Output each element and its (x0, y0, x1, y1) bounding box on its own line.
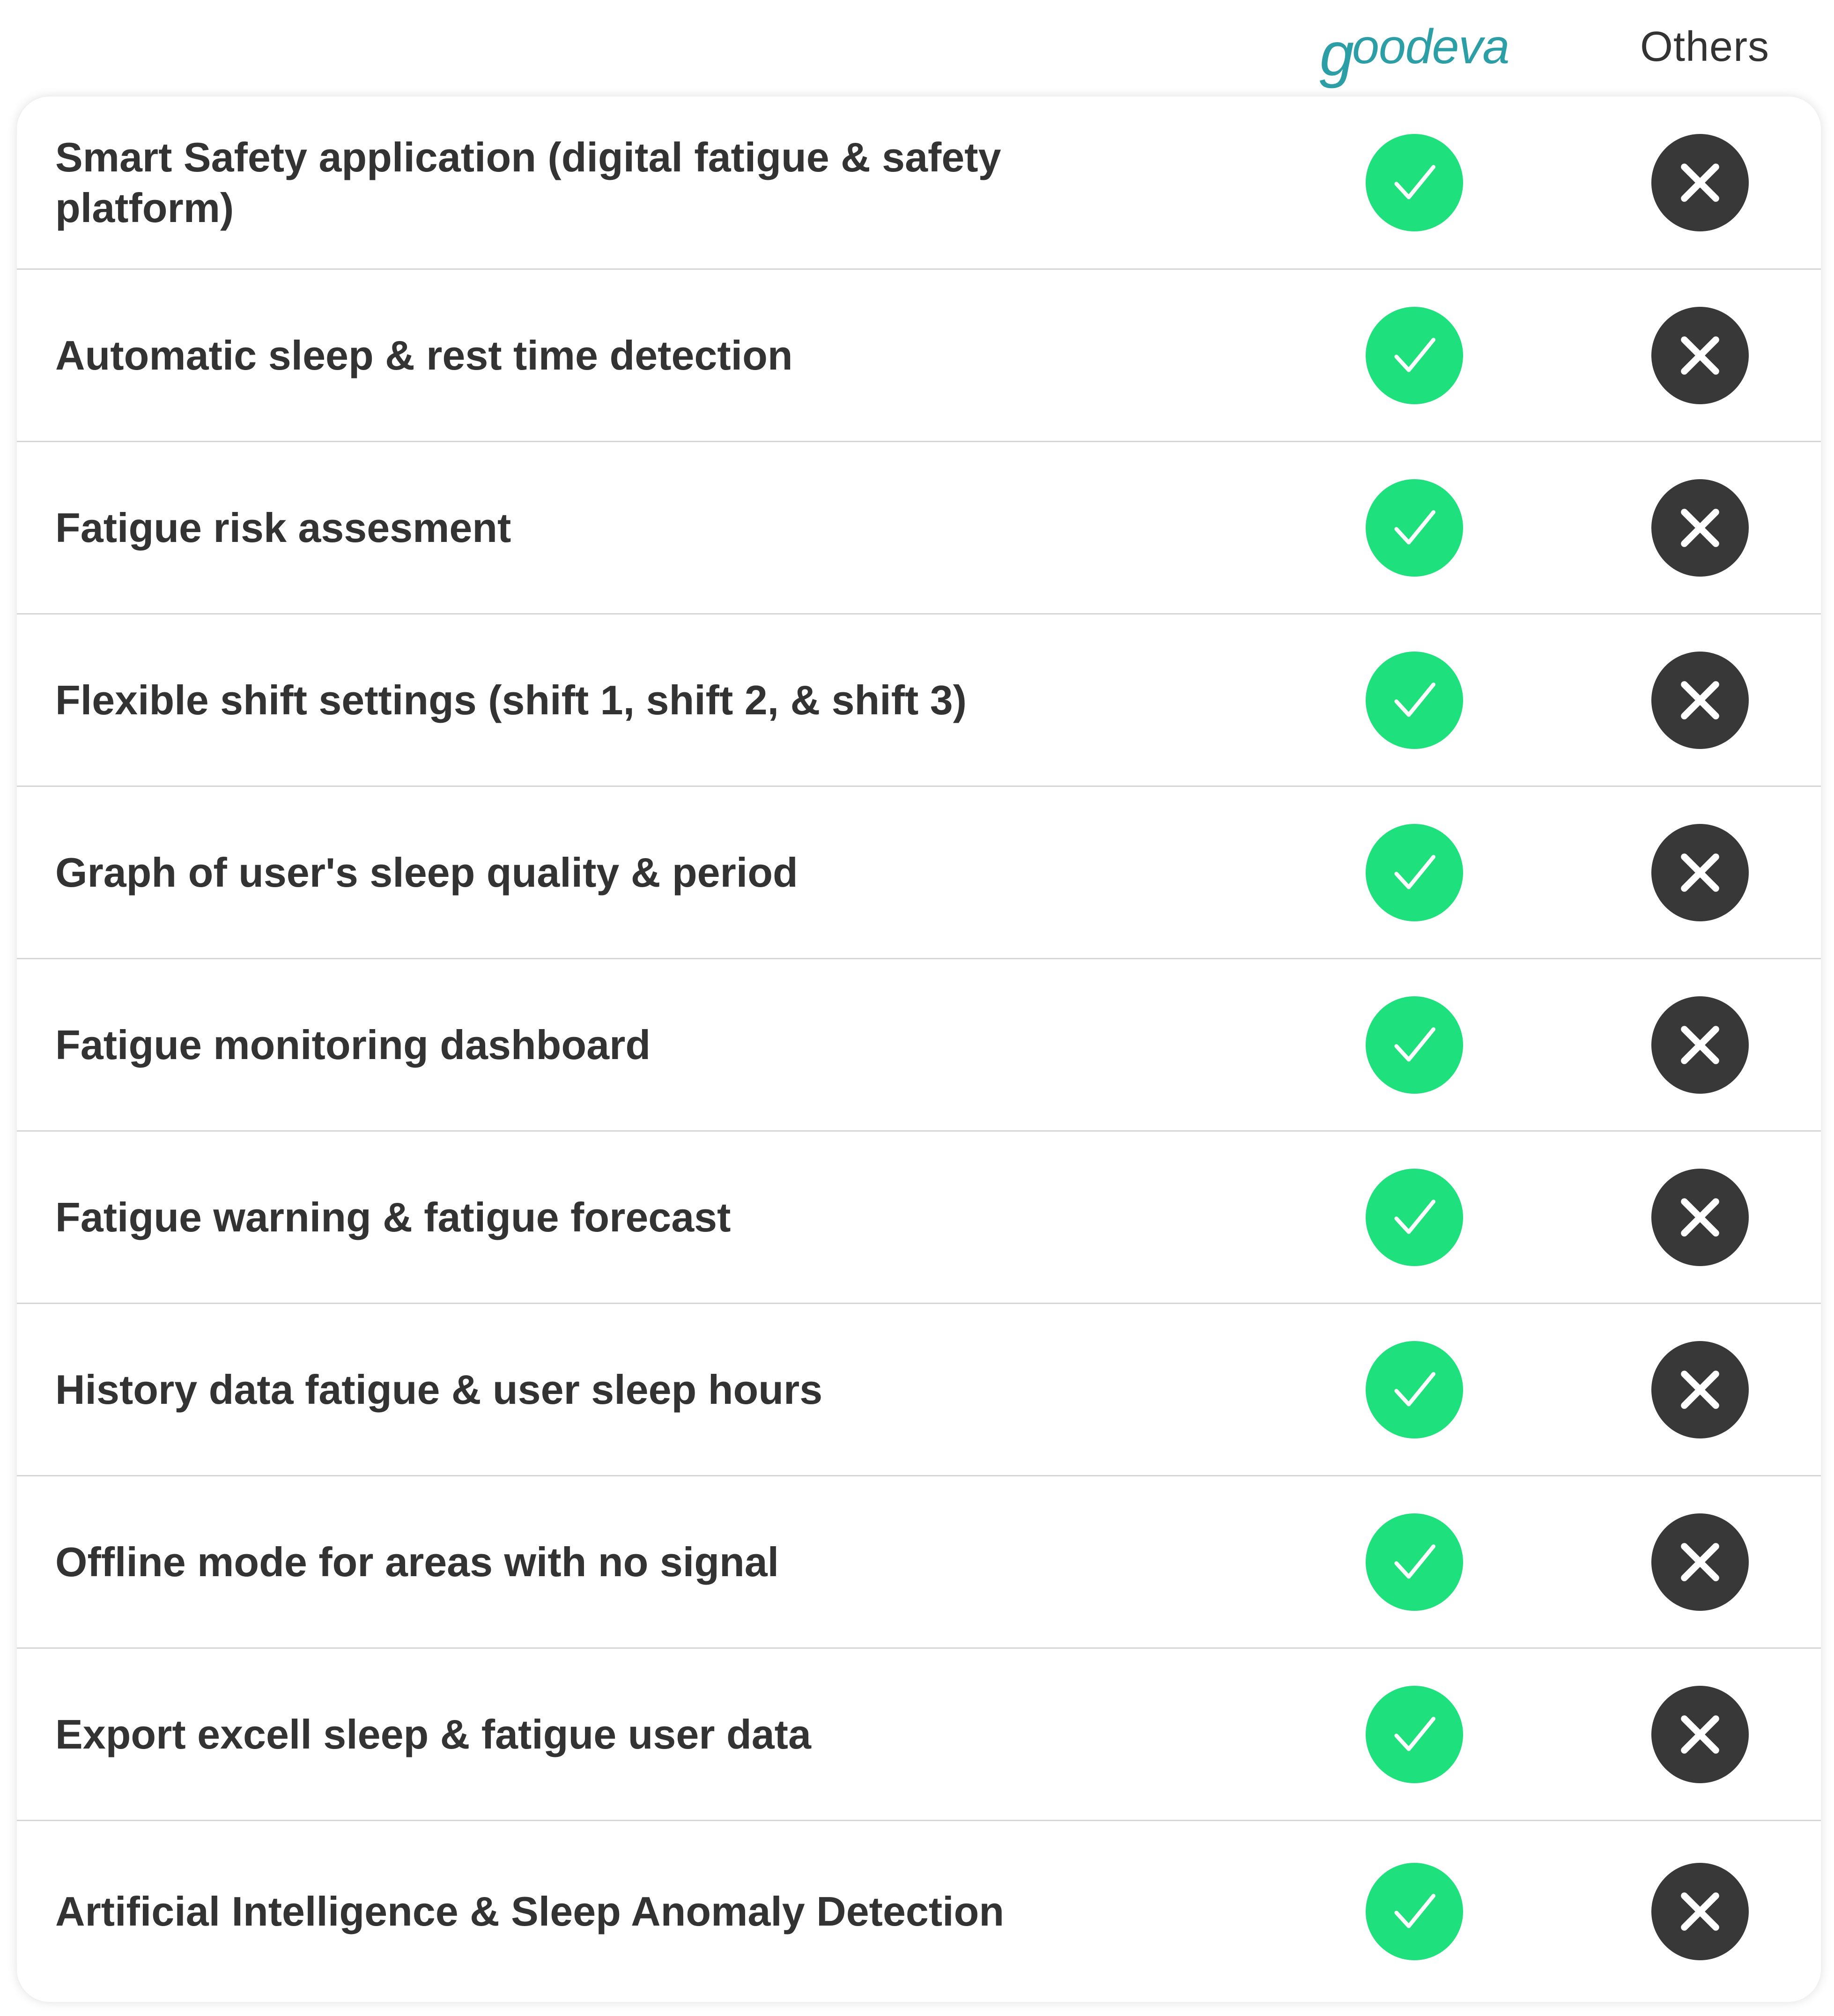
check-icon (1366, 1685, 1463, 1783)
logo-g-letter: g (1319, 20, 1354, 89)
table-row: Fatigue warning & fatigue forecast (17, 1132, 1821, 1304)
table-row: Automatic sleep & rest time detection (17, 270, 1821, 442)
cross-icon (1651, 1341, 1749, 1438)
others-label: Others (1640, 23, 1770, 70)
table-row: Smart Safety application (digital fatigu… (17, 96, 1821, 270)
check-icon (1366, 133, 1463, 231)
cross-icon (1651, 996, 1749, 1094)
table-row: Fatigue monitoring dashboard (17, 959, 1821, 1132)
cross-icon (1651, 1685, 1749, 1783)
feature-label: Smart Safety application (digital fatigu… (55, 133, 1001, 231)
cross-icon (1651, 1863, 1749, 1960)
table-row: Flexible shift settings (shift 1, shift … (17, 615, 1821, 787)
table-row: Artificial Intelligence & Sleep Anomaly … (17, 1821, 1821, 2002)
feature-label: Fatigue warning & fatigue forecast (55, 1193, 731, 1240)
check-icon (1366, 306, 1463, 404)
cross-icon (1651, 1168, 1749, 1266)
cross-icon (1651, 306, 1749, 404)
check-icon (1366, 823, 1463, 921)
feature-label: Flexible shift settings (shift 1, shift … (55, 676, 967, 723)
others-column-header: Others (1597, 0, 1812, 94)
feature-label: Graph of user's sleep quality & period (55, 849, 798, 896)
check-icon (1366, 1341, 1463, 1438)
check-icon (1366, 479, 1463, 577)
check-icon (1366, 651, 1463, 749)
table-row: History data fatigue & user sleep hours (17, 1304, 1821, 1476)
cross-icon (1651, 823, 1749, 921)
cross-icon (1651, 1513, 1749, 1611)
feature-label: Offline mode for areas with no signal (55, 1538, 779, 1585)
feature-label: Export excell sleep & fatigue user data (55, 1711, 811, 1757)
cross-icon (1651, 133, 1749, 231)
cross-icon (1651, 651, 1749, 749)
feature-label: Automatic sleep & rest time detection (55, 332, 793, 378)
table-row: Offline mode for areas with no signal (17, 1476, 1821, 1649)
table-row: Export excell sleep & fatigue user data (17, 1649, 1821, 1821)
feature-label: Artificial Intelligence & Sleep Anomaly … (55, 1888, 1005, 1934)
check-icon (1366, 1863, 1463, 1960)
logo-text: oodeva (1352, 20, 1509, 74)
check-icon (1366, 996, 1463, 1094)
feature-label: History data fatigue & user sleep hours (55, 1366, 823, 1413)
goodeva-logo: g oodeva (1320, 16, 1510, 85)
table-row: Graph of user's sleep quality & period (17, 787, 1821, 959)
cross-icon (1651, 479, 1749, 577)
table-row: Fatigue risk assesment (17, 442, 1821, 615)
goodeva-column-header: g oodeva (1307, 0, 1522, 94)
check-icon (1366, 1168, 1463, 1266)
feature-label: Fatigue monitoring dashboard (55, 1021, 651, 1068)
feature-label: Fatigue risk assesment (55, 504, 511, 551)
comparison-table: Smart Safety application (digital fatigu… (17, 96, 1821, 2002)
check-icon (1366, 1513, 1463, 1611)
